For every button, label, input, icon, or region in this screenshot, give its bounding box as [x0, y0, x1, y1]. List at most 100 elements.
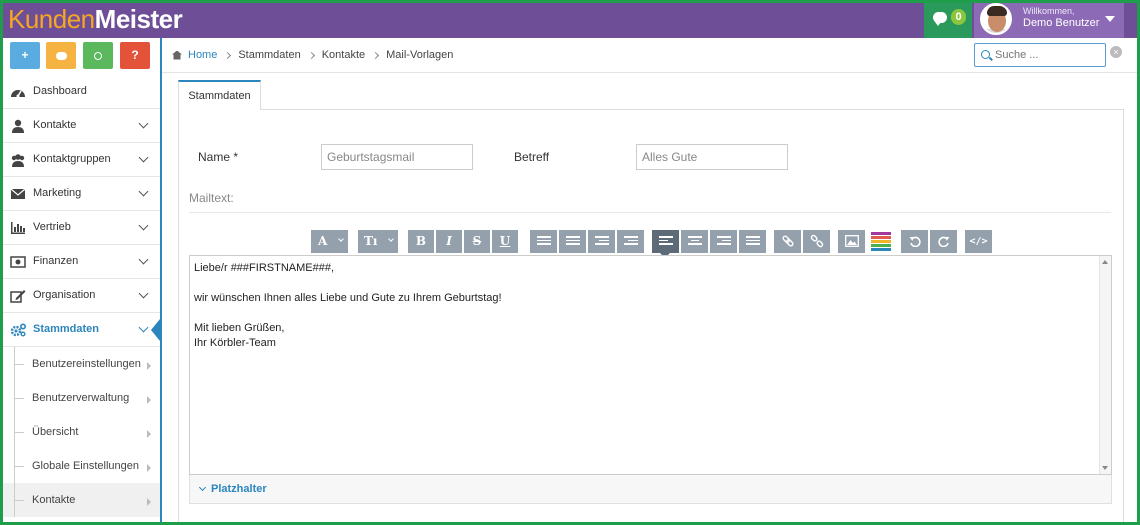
search-box[interactable]	[974, 43, 1106, 67]
strikethrough-button[interactable]: S	[464, 230, 490, 253]
sidebar-item-label: Organisation	[33, 289, 96, 301]
chat-icon	[933, 12, 947, 26]
bullet-list-icon	[537, 236, 551, 247]
mailtext-label: Mailtext:	[189, 191, 234, 205]
chevron-right-icon	[147, 464, 151, 472]
scroll-down-icon[interactable]	[1102, 466, 1108, 470]
sidebar-subitem-label: Benutzereinstellungen	[32, 358, 141, 370]
sidebar-subitem-globale-einstellungen[interactable]: Globale Einstellungen	[0, 449, 160, 483]
sidebar-item-kontakte[interactable]: Kontakte	[0, 109, 160, 143]
chevron-down-icon	[138, 288, 149, 299]
align-left-icon	[659, 236, 673, 247]
add-button[interactable]: +	[10, 42, 40, 69]
image-button[interactable]	[838, 230, 865, 253]
sidebar-subitem-benutzereinstellungen[interactable]: Benutzereinstellungen	[0, 347, 160, 381]
color-button[interactable]	[871, 230, 891, 253]
sidebar-item-organisation[interactable]: Organisation	[0, 279, 160, 313]
sidebar-item-label: Vertrieb	[33, 221, 71, 233]
sidebar-item-vertrieb[interactable]: Vertrieb	[0, 211, 160, 245]
editor-line: Liebe/r ###FIRSTNAME###,	[194, 262, 335, 274]
align-left-button[interactable]	[652, 230, 679, 258]
font-size-button[interactable]: Tı	[358, 230, 398, 253]
italic-button[interactable]: I	[436, 230, 462, 253]
indent-button[interactable]	[617, 230, 644, 253]
breadcrumb-stammdaten[interactable]: Stammdaten	[238, 49, 300, 61]
sidebar-item-label: Stammdaten	[33, 323, 100, 335]
help-button[interactable]: ?	[120, 42, 150, 69]
quick-search-button[interactable]	[83, 42, 113, 69]
sidebar-subitem-uebersicht[interactable]: Übersicht	[0, 415, 160, 449]
users-icon	[11, 154, 25, 167]
app-logo[interactable]: KundenMeister	[8, 3, 183, 35]
font-size-icon: Tı	[364, 234, 378, 248]
indent-icon	[624, 236, 638, 247]
user-menu[interactable]: Willkommen, Demo Benutzer	[974, 0, 1124, 38]
top-bar: KundenMeister 0 Willkommen, Demo Benutze…	[0, 0, 1140, 38]
chat-button[interactable]	[46, 42, 76, 69]
breadcrumb-kontakte[interactable]: Kontakte	[322, 49, 365, 61]
sidebar-subitem-kontakte[interactable]: Kontakte	[0, 483, 160, 517]
sidebar-item-dashboard[interactable]: Dashboard	[0, 75, 160, 109]
outdent-button[interactable]	[588, 230, 615, 253]
sidebar-item-marketing[interactable]: Marketing	[0, 177, 160, 211]
sidebar-item-label: Marketing	[33, 187, 82, 199]
betreff-field[interactable]	[636, 144, 788, 170]
align-right-button[interactable]	[710, 230, 737, 253]
chevron-down-icon	[138, 322, 149, 333]
align-center-icon	[688, 236, 702, 247]
chevron-down-icon	[138, 152, 149, 163]
bold-button[interactable]: B	[408, 230, 434, 253]
undo-button[interactable]	[901, 230, 928, 253]
tab-stammdaten[interactable]: Stammdaten	[178, 80, 261, 110]
placeholder-section-toggle[interactable]: Platzhalter	[189, 475, 1112, 504]
font-button[interactable]: A	[311, 230, 348, 253]
mail-text-editor[interactable]: Liebe/r ###FIRSTNAME###, wir wünschen Ih…	[189, 255, 1112, 475]
sidebar-subitem-benutzerverwaltung[interactable]: Benutzerverwaltung	[0, 381, 160, 415]
avatar	[980, 3, 1012, 35]
sidebar-subitem-label: Benutzerverwaltung	[32, 392, 130, 404]
chevron-down-icon	[138, 186, 149, 197]
search-icon	[94, 51, 102, 60]
chevron-down-icon	[138, 254, 149, 265]
mailtext-divider	[189, 212, 1111, 213]
align-justify-icon	[746, 236, 760, 247]
sidebar-item-label: Dashboard	[33, 85, 87, 97]
editor-scrollbar[interactable]	[1099, 256, 1111, 474]
align-center-button[interactable]	[681, 230, 708, 253]
source-code-button[interactable]: </>	[965, 230, 992, 253]
sidebar-item-stammdaten[interactable]: Stammdaten	[0, 313, 160, 347]
welcome-text: Willkommen,	[1023, 6, 1075, 16]
logo-text-kunden: Kunden	[8, 4, 95, 34]
chevron-down-icon	[338, 236, 344, 242]
bar-chart-icon	[11, 222, 25, 234]
money-icon	[10, 256, 26, 268]
search-icon	[981, 50, 990, 59]
sidebar-item-kontaktgruppen[interactable]: Kontaktgruppen	[0, 143, 160, 177]
undo-icon	[909, 236, 921, 248]
logo-text-meister: Meister	[94, 4, 183, 34]
underline-button[interactable]: U	[492, 230, 518, 253]
search-input[interactable]	[995, 47, 1100, 63]
name-field[interactable]	[321, 144, 473, 170]
scroll-up-icon[interactable]	[1102, 260, 1108, 264]
bullet-list-button[interactable]	[530, 230, 557, 253]
align-justify-button[interactable]	[739, 230, 766, 253]
dashboard-icon	[11, 90, 25, 98]
unlink-icon	[810, 234, 823, 248]
sidebar-nav: Dashboard Kontakte Kontaktgruppen Market…	[0, 75, 160, 517]
editor-line: Mit lieben Grüßen,	[194, 322, 285, 334]
sidebar-subitem-label: Kontakte	[32, 494, 76, 506]
unlink-button[interactable]	[803, 230, 830, 253]
sidebar-item-finanzen[interactable]: Finanzen	[0, 245, 160, 279]
user-name: Demo Benutzer	[1023, 17, 1100, 29]
link-button[interactable]	[774, 230, 801, 253]
clear-search-icon[interactable]: ×	[1110, 46, 1122, 58]
redo-button[interactable]	[930, 230, 957, 253]
numbered-list-button[interactable]	[559, 230, 586, 253]
breadcrumb-home[interactable]: Home	[188, 49, 217, 61]
font-icon: A	[318, 234, 328, 248]
chevron-down-icon	[198, 483, 207, 492]
messages-button[interactable]: 0	[924, 0, 972, 38]
numbered-list-icon	[566, 236, 580, 247]
chevron-down-icon	[388, 236, 394, 242]
